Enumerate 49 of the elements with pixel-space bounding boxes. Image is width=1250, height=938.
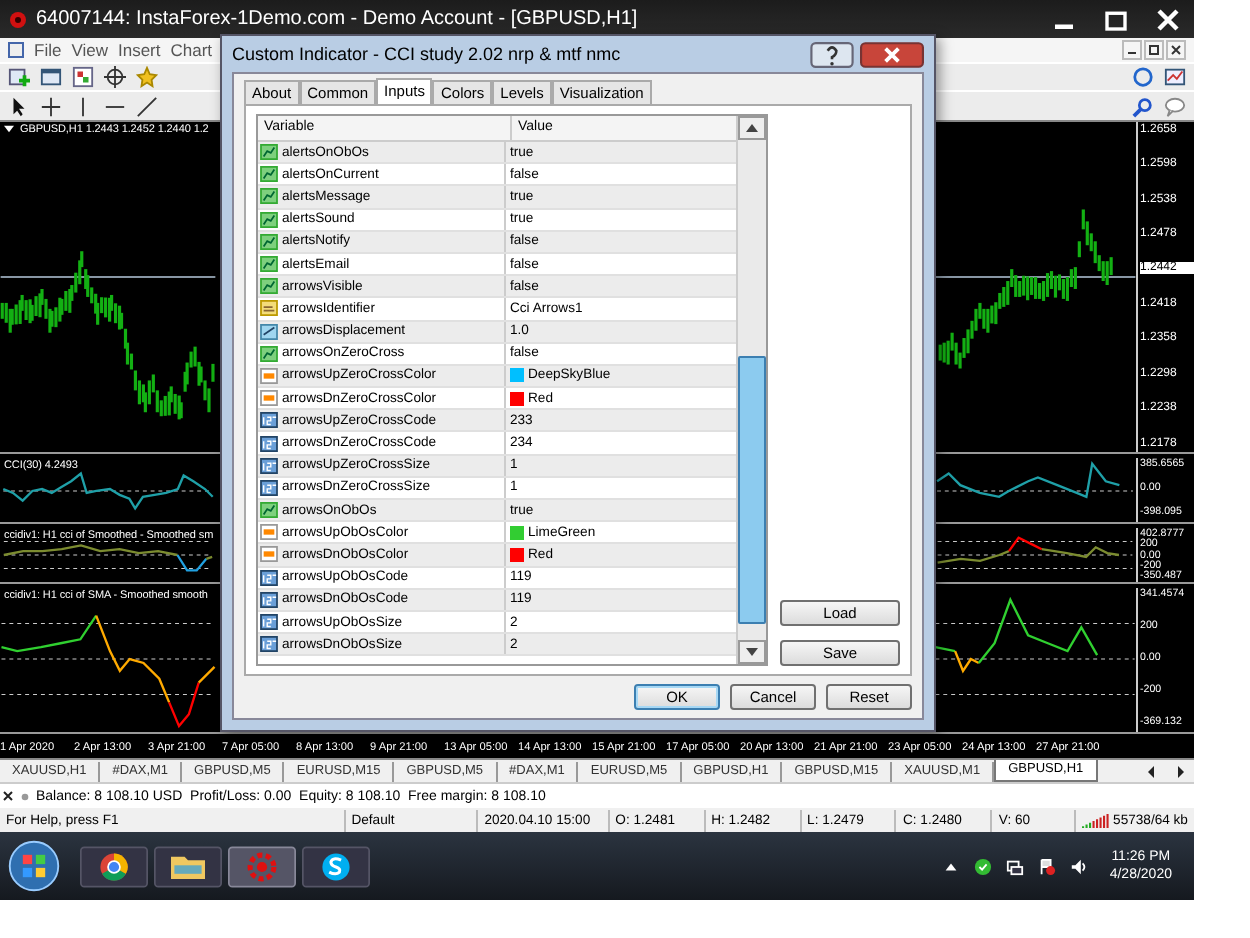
trend-line-icon[interactable] [136,95,158,117]
left-arrow-icon[interactable] [1144,764,1160,781]
search-icon[interactable] [1132,95,1154,117]
browser-icon[interactable] [80,841,148,892]
dialog-title: Custom Indicator - CCI study 2.02 nrp & mtf nmc [232,44,621,64]
dot-icon [20,791,30,802]
circle-icon[interactable] [1132,66,1154,89]
line-chart-icon [260,502,278,519]
squares-icon[interactable] [72,66,94,89]
cursor-icon[interactable] [8,95,30,117]
signal-bars-icon [1081,813,1110,828]
caret-icon[interactable] [4,124,14,135]
chat-app-icon[interactable] [302,841,370,892]
text-type-icon [260,300,278,317]
line-chart-icon [260,256,278,273]
help-icon[interactable] [810,41,854,67]
network-icon[interactable] [1005,857,1024,876]
crosshair-icon[interactable] [104,66,126,89]
plus-icon[interactable] [8,66,30,89]
close-icon[interactable] [860,41,924,67]
line-chart-icon [260,345,278,362]
line-chart-icon [260,188,278,205]
menu-item[interactable]: Insert [117,40,161,61]
star-icon[interactable] [136,66,158,89]
line-chart-icon [260,166,278,183]
folder-icon[interactable] [154,841,222,892]
start-button-icon[interactable] [6,838,62,895]
menu-item[interactable]: View [71,40,108,61]
shield-check-icon[interactable] [973,857,992,876]
speaker-icon[interactable] [1069,857,1088,876]
crosshair-icon[interactable] [40,95,62,117]
scrollbar-thumb[interactable] [738,356,766,624]
window-icon[interactable] [40,66,62,89]
menu-item[interactable]: File [34,40,62,61]
line-chart-icon [260,144,278,161]
chart-window-icon[interactable] [1164,66,1186,89]
flag-icon[interactable] [1037,857,1056,876]
close-icon[interactable] [1166,40,1186,61]
line-chart-icon [260,233,278,250]
minimize-icon[interactable] [1122,40,1142,61]
line-chart-icon [260,278,278,295]
window-title: 64007144: InstaForex-1Demo.com - Demo Account - [GBPUSD,H1] [36,8,638,31]
chat-bubble-icon[interactable] [1164,95,1186,117]
close-icon[interactable] [2,790,14,803]
menu-item[interactable]: Chart [170,40,213,61]
line-chart-icon [260,211,278,228]
restore-icon[interactable] [1144,40,1164,61]
right-arrow-icon[interactable] [1172,764,1188,781]
scrollbar[interactable] [736,116,766,664]
